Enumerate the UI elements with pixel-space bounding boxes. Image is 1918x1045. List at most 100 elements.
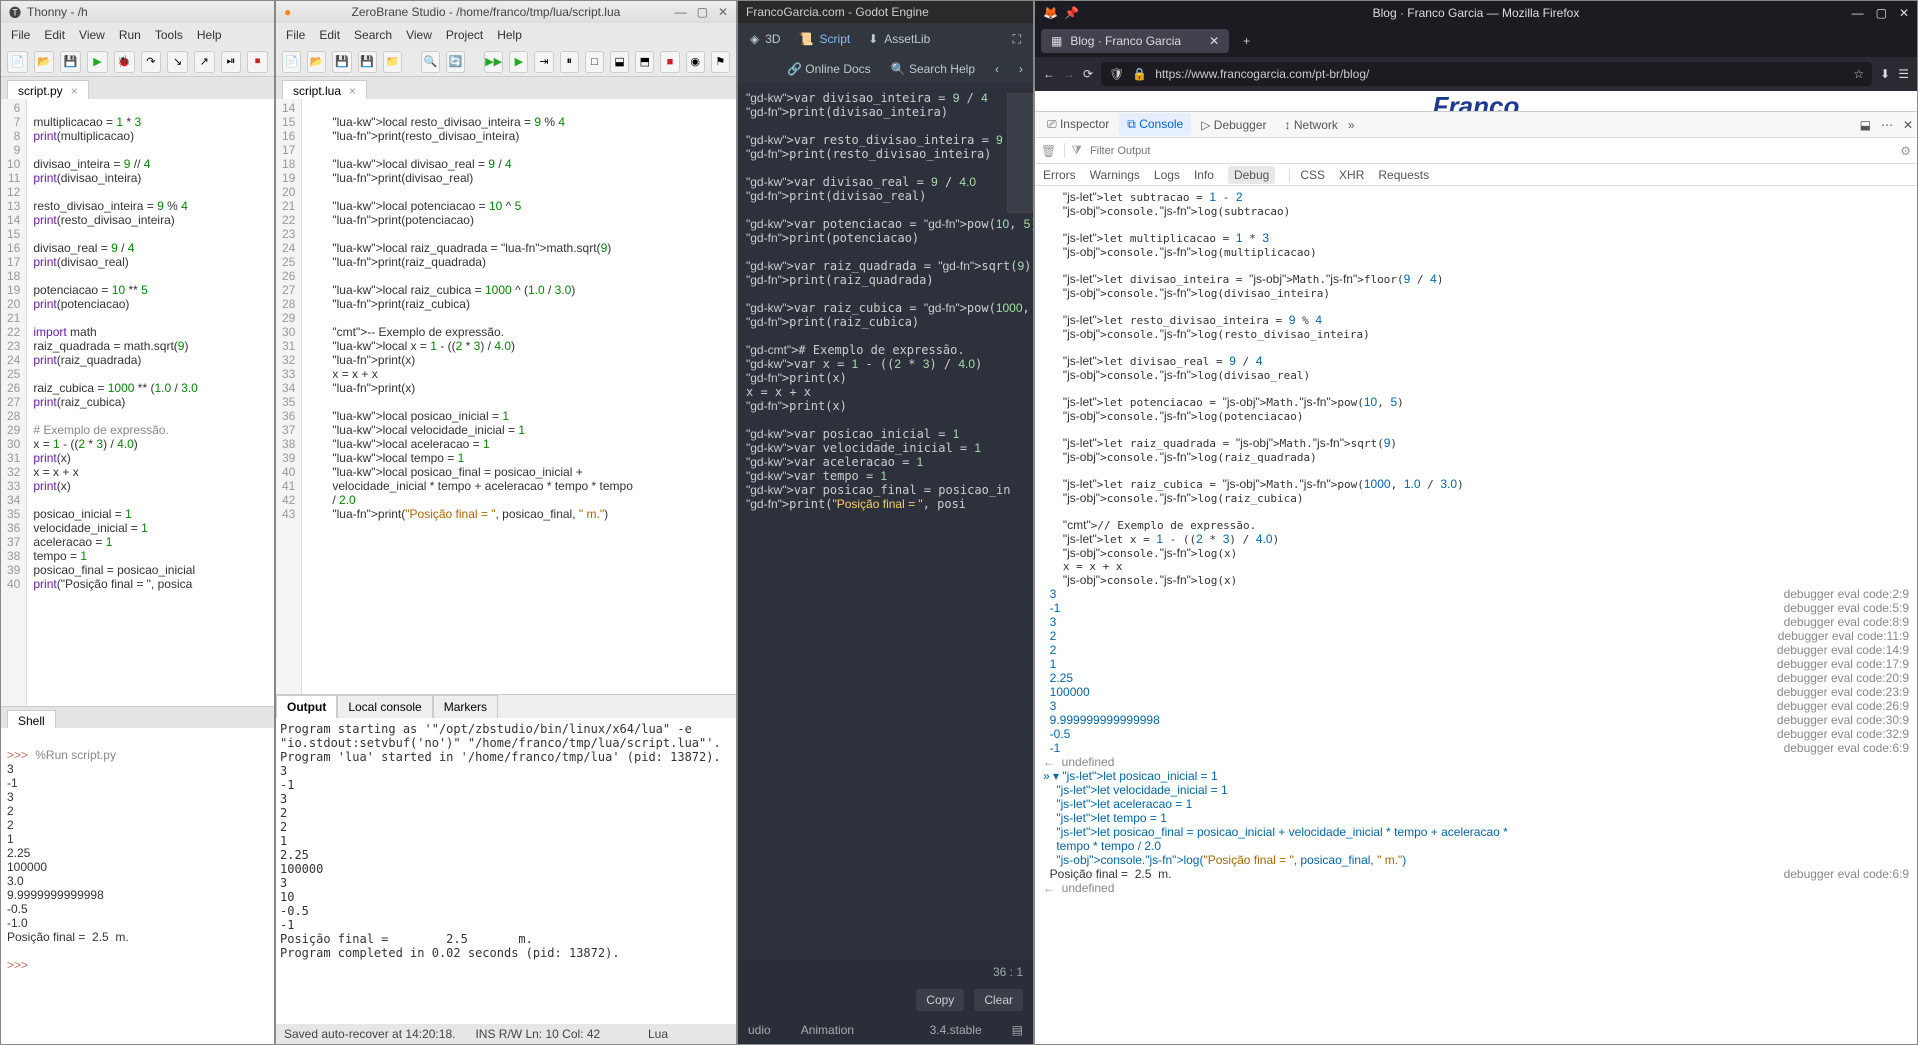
- save-all-icon[interactable]: 💾: [358, 51, 377, 73]
- ff-url-input[interactable]: 🛡 🔒 https://www.francogarcia.com/pt-br/b…: [1101, 62, 1872, 86]
- new-tab-icon[interactable]: +: [1235, 34, 1258, 48]
- back-icon[interactable]: ←: [1043, 67, 1055, 81]
- dt-tab-debugger[interactable]: ▷ Debugger: [1193, 114, 1274, 136]
- cat-errors[interactable]: Errors: [1043, 168, 1076, 182]
- run-icon[interactable]: ▶: [87, 51, 108, 73]
- chevron-left-icon[interactable]: ‹: [995, 62, 999, 76]
- find-icon[interactable]: 🔍: [421, 51, 440, 73]
- search-help-link[interactable]: 🔍 Search Help: [891, 62, 975, 76]
- menu-help[interactable]: Help: [197, 28, 222, 42]
- online-docs-link[interactable]: 🔗 Online Docs: [787, 62, 871, 76]
- settings-gear-icon[interactable]: ⚙: [1900, 144, 1911, 158]
- menu-project[interactable]: Project: [446, 28, 483, 42]
- menu-edit[interactable]: Edit: [319, 28, 340, 42]
- minimap[interactable]: [1007, 93, 1033, 213]
- more-tabs-icon[interactable]: »: [1348, 118, 1355, 132]
- animation-tab[interactable]: Animation: [801, 1023, 854, 1037]
- zb-code[interactable]: "lua-kw">local resto_divisao_inteira = 9…: [302, 99, 736, 694]
- cat-logs[interactable]: Logs: [1154, 168, 1180, 182]
- thonny-editor[interactable]: 6 7 8 9 10 11 12 13 14 15 16 17 18 19 20…: [1, 99, 274, 706]
- godot-code[interactable]: "gd-kw">var divisao_inteira = 9 / 4 "gd-…: [738, 83, 1033, 960]
- maximize-icon[interactable]: ▢: [697, 5, 708, 19]
- step-over-icon[interactable]: ↷: [141, 51, 162, 73]
- debug-icon[interactable]: 🐞: [114, 51, 135, 73]
- cat-xhr[interactable]: XHR: [1339, 168, 1364, 182]
- reload-icon[interactable]: ⟳: [1083, 67, 1093, 81]
- save-icon[interactable]: 💾: [332, 51, 351, 73]
- break-icon[interactable]: ⏸: [560, 51, 579, 73]
- godot-3d-tab[interactable]: ◈ 3D: [750, 32, 781, 46]
- menu-file[interactable]: File: [286, 28, 305, 42]
- chevron-right-icon[interactable]: ›: [1019, 62, 1023, 76]
- close-icon[interactable]: ×: [349, 84, 356, 98]
- run-icon[interactable]: ▶▶: [484, 51, 503, 73]
- zb-titlebar[interactable]: ● ZeroBrane Studio - /home/franco/tmp/lu…: [276, 1, 736, 23]
- step-out-icon[interactable]: ⬒: [635, 51, 654, 73]
- project-icon[interactable]: 📁: [383, 51, 402, 73]
- zb-local-console-tab[interactable]: Local console: [337, 695, 432, 719]
- dt-tab-network[interactable]: ↕ Network: [1277, 114, 1346, 136]
- menu-tools[interactable]: Tools: [155, 28, 183, 42]
- godot-assetlib-tab[interactable]: ⬇ AssetLib: [868, 32, 930, 46]
- zb-output[interactable]: Program starting as '"/opt/zbstudio/bin/…: [276, 718, 736, 1024]
- thonny-shell[interactable]: >>> %Run script.py 3 -1 3 2 2 1 2.25 100…: [1, 728, 274, 1044]
- replace-icon[interactable]: 🔄: [446, 51, 465, 73]
- bookmark-icon[interactable]: ⚑: [711, 51, 730, 73]
- console-body[interactable]: "js-let">let subtracao = 1 - 2 "js-obj">…: [1035, 186, 1917, 1044]
- thonny-code[interactable]: multiplicacao = 1 * 3 print(multiplicaca…: [27, 99, 274, 706]
- debug-icon[interactable]: ▶: [509, 51, 528, 73]
- cat-css[interactable]: CSS: [1289, 168, 1325, 182]
- dt-tab-inspector[interactable]: ⎚ Inspector: [1039, 113, 1117, 136]
- copy-button[interactable]: Copy: [916, 989, 964, 1011]
- shield-icon[interactable]: 🛡: [1109, 67, 1124, 81]
- thonny-titlebar[interactable]: 🅣 Thonny - /h: [1, 1, 274, 23]
- maximize-icon[interactable]: ▢: [1876, 6, 1887, 20]
- toggle-bp-icon[interactable]: ◉: [686, 51, 705, 73]
- menu-edit[interactable]: Edit: [44, 28, 65, 42]
- clear-button[interactable]: Clear: [974, 989, 1023, 1011]
- pin-icon[interactable]: 📌: [1064, 6, 1079, 20]
- open-file-icon[interactable]: 📂: [307, 51, 326, 73]
- bookmark-star-icon[interactable]: ☆: [1853, 67, 1864, 81]
- new-file-icon[interactable]: 📄: [7, 51, 28, 73]
- minimize-icon[interactable]: —: [675, 5, 687, 19]
- distraction-free-icon[interactable]: ⛶: [1013, 32, 1021, 47]
- save-icon[interactable]: 💾: [60, 51, 81, 73]
- stop-icon[interactable]: ■: [660, 51, 679, 73]
- step-into-icon[interactable]: ⬓: [610, 51, 629, 73]
- menu-help[interactable]: Help: [497, 28, 522, 42]
- cat-requests[interactable]: Requests: [1378, 168, 1429, 182]
- menu-search[interactable]: Search: [354, 28, 392, 42]
- close-tab-icon[interactable]: ✕: [1209, 34, 1219, 48]
- step-over-icon[interactable]: □: [585, 51, 604, 73]
- open-file-icon[interactable]: 📂: [34, 51, 55, 73]
- new-file-icon[interactable]: 📄: [282, 51, 301, 73]
- audio-tab[interactable]: udio: [748, 1023, 771, 1037]
- ff-titlebar[interactable]: 🦊 📌 Blog · Franco Garcia — Mozilla Firef…: [1035, 1, 1917, 25]
- dt-more-icon[interactable]: ⋯: [1881, 118, 1893, 132]
- thonny-tab-script[interactable]: script.py×: [7, 80, 89, 101]
- trash-icon[interactable]: 🗑: [1041, 144, 1056, 158]
- minimize-icon[interactable]: —: [1852, 6, 1864, 20]
- menu-view[interactable]: View: [406, 28, 432, 42]
- menu-view[interactable]: View: [79, 28, 105, 42]
- zb-tab-script[interactable]: script.lua×: [282, 80, 367, 101]
- step-out-icon[interactable]: ↗: [194, 51, 215, 73]
- cat-info[interactable]: Info: [1194, 168, 1214, 182]
- ff-tab-blog[interactable]: ▦ Blog · Franco Garcia ✕: [1041, 29, 1229, 53]
- panel-icon[interactable]: ▤: [1012, 1023, 1023, 1037]
- cat-warnings[interactable]: Warnings: [1090, 168, 1140, 182]
- dt-dock-icon[interactable]: ⬓: [1860, 118, 1871, 132]
- menu-run[interactable]: Run: [119, 28, 141, 42]
- zb-editor[interactable]: 14 15 16 17 18 19 20 21 22 23 24 25 26 2…: [276, 99, 736, 694]
- godot-script-tab[interactable]: 📜 Script: [799, 32, 851, 46]
- dt-tab-console[interactable]: ⧉ Console: [1119, 113, 1191, 136]
- cat-debug[interactable]: Debug: [1228, 166, 1275, 184]
- downloads-icon[interactable]: ⬇: [1880, 67, 1890, 81]
- godot-titlebar[interactable]: FrancoGarcia.com - Godot Engine: [738, 1, 1033, 23]
- menu-icon[interactable]: ☰: [1898, 67, 1909, 81]
- step-icon[interactable]: ⇥: [534, 51, 553, 73]
- stop-icon[interactable]: ⏹: [247, 51, 268, 73]
- close-icon[interactable]: ✕: [718, 5, 728, 19]
- resume-icon[interactable]: ⏯: [221, 51, 242, 73]
